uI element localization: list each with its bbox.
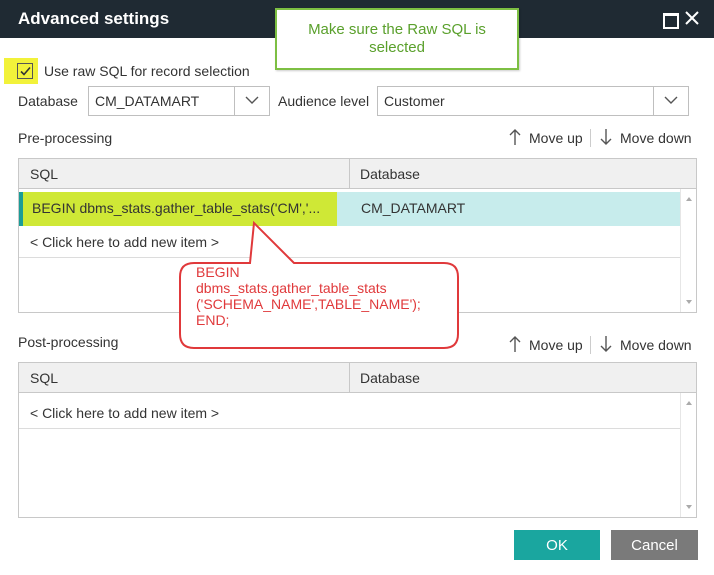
maximize-icon[interactable] (661, 10, 679, 29)
vertical-scrollbar[interactable] (680, 393, 696, 517)
callout-line: Make sure the Raw SQL is (308, 21, 486, 38)
pre-move-up-button[interactable]: Move up (508, 128, 588, 148)
arrow-down-icon (600, 129, 612, 145)
close-icon[interactable] (684, 10, 702, 28)
database-select-value: CM_DATAMART (95, 93, 200, 109)
move-up-label: Move up (529, 337, 583, 353)
callout-line: dbms_stats.gather_table_stats (196, 280, 387, 296)
pre-processing-title: Pre-processing (18, 130, 113, 146)
chevron-down-icon[interactable] (234, 87, 269, 115)
callout-line: END; (196, 312, 230, 328)
column-header-sql[interactable]: SQL (30, 370, 58, 386)
move-down-label: Move down (620, 337, 692, 353)
column-divider (349, 159, 350, 189)
arrow-up-icon (509, 129, 521, 145)
audience-level-select[interactable]: Customer (377, 86, 689, 116)
column-divider (349, 363, 350, 393)
move-down-label: Move down (620, 130, 692, 146)
chevron-down-icon[interactable] (653, 87, 688, 115)
column-header-database[interactable]: Database (360, 370, 420, 386)
arrow-down-icon (600, 336, 612, 352)
dialog-title: Advanced settings (18, 9, 170, 28)
vertical-scrollbar[interactable] (680, 189, 696, 312)
annotation-callout-sql: BEGIN dbms_stats.gather_table_stats ('SC… (176, 220, 459, 349)
arrow-up-icon (509, 336, 521, 352)
pre-move-down-button[interactable]: Move down (599, 128, 695, 148)
post-processing-title: Post-processing (18, 334, 119, 350)
cancel-button-label: Cancel (631, 537, 678, 554)
ok-button-label: OK (546, 537, 568, 554)
callout-line: selected (369, 39, 425, 56)
database-select[interactable]: CM_DATAMART (88, 86, 270, 116)
ok-button[interactable]: OK (514, 530, 600, 560)
post-move-down-button[interactable]: Move down (599, 335, 695, 355)
audience-level-label: Audience level (278, 93, 370, 109)
cancel-button[interactable]: Cancel (611, 530, 698, 560)
raw-sql-checkbox-label[interactable]: Use raw SQL for record selection (44, 63, 250, 79)
move-up-label: Move up (529, 130, 583, 146)
audience-level-select-value: Customer (384, 93, 445, 109)
toolbar-separator (590, 336, 591, 354)
annotation-callout-raw-sql: Make sure the Raw SQL is selected (275, 8, 519, 70)
post-processing-grid: SQL Database < Click here to add new ite… (18, 362, 697, 518)
toolbar-separator (590, 129, 591, 147)
post-move-up-button[interactable]: Move up (508, 335, 588, 355)
callout-line: ('SCHEMA_NAME',TABLE_NAME'); (196, 296, 421, 312)
add-new-item-label: < Click here to add new item > (30, 405, 220, 421)
row-sql-cell: BEGIN dbms_stats.gather_table_stats('CM'… (32, 200, 321, 216)
check-icon (20, 66, 31, 76)
column-header-database[interactable]: Database (360, 166, 420, 182)
raw-sql-checkbox[interactable] (17, 63, 33, 79)
grid-header: SQL Database (19, 363, 696, 393)
add-new-item-row[interactable]: < Click here to add new item > (19, 397, 680, 429)
grid-header: SQL Database (19, 159, 696, 189)
column-header-sql[interactable]: SQL (30, 166, 58, 182)
database-label: Database (18, 93, 78, 109)
row-database-cell: CM_DATAMART (361, 200, 466, 216)
callout-line: BEGIN (196, 264, 240, 280)
